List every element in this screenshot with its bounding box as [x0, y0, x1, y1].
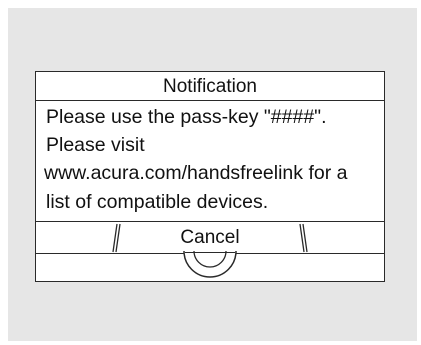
notification-dialog: Notification Please use the pass-key "##…	[35, 71, 385, 282]
message-line-4: list of compatible devices.	[46, 191, 269, 213]
dialog-title: Notification	[163, 76, 257, 97]
title-divider	[36, 100, 384, 101]
cancel-button[interactable]: Cancel	[36, 221, 384, 281]
cancel-label: Cancel	[180, 227, 240, 248]
message-line-2: Please visit	[46, 134, 145, 156]
message-line-1: Please use the pass-key "####".	[46, 106, 327, 128]
message-line-3: www.acura.com/handsfreelink for a	[44, 162, 348, 184]
